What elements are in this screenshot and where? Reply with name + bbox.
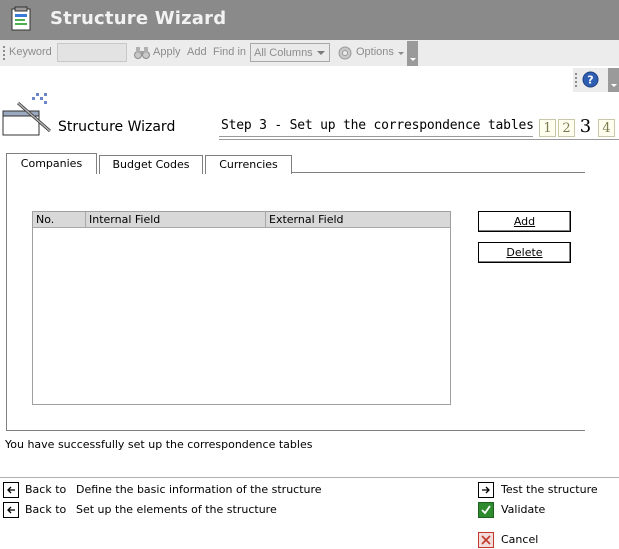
delete-row-button[interactable]: Delete	[478, 242, 571, 263]
table-header: No. Internal Field External Field	[33, 212, 450, 228]
svg-text:?: ?	[587, 74, 593, 87]
chevron-down-icon	[317, 51, 325, 55]
add-row-button[interactable]: Add	[478, 211, 571, 232]
options-dropdown-icon[interactable]	[398, 52, 404, 55]
checkmark-icon	[478, 502, 494, 518]
chevron-down-icon	[410, 58, 416, 61]
step-title: Step 3 - Set up the correspondence table…	[221, 118, 534, 133]
validate-label: Validate	[501, 503, 546, 516]
keyword-label: Keyword	[9, 46, 52, 58]
back-to-basic-info-link[interactable]: Back to Define the basic information of …	[3, 482, 343, 500]
keyword-input[interactable]	[57, 43, 127, 62]
close-icon	[478, 532, 494, 548]
title-bar: Structure Wizard	[0, 0, 619, 40]
step-1[interactable]: 1	[539, 119, 556, 137]
window-title: Structure Wizard	[50, 8, 227, 29]
chevron-down-icon	[611, 84, 617, 87]
cancel-label: Cancel	[501, 533, 539, 546]
toolbar-overflow-button[interactable]	[407, 41, 418, 66]
gear-icon[interactable]	[337, 45, 353, 61]
back-target-text: Set up the elements of the structure	[76, 503, 277, 516]
toolbar-grip[interactable]	[3, 46, 5, 60]
wizard-wand-icon	[2, 93, 54, 137]
status-message: You have successfully set up the corresp…	[5, 438, 313, 451]
tab-companies[interactable]: Companies	[6, 153, 97, 174]
column-divider[interactable]	[265, 212, 266, 228]
search-toolbar: Keyword Apply Add Find in All Columns Op…	[0, 40, 619, 66]
find-in-select[interactable]: All Columns	[250, 43, 330, 62]
step-title-underline	[219, 136, 533, 137]
add-button[interactable]: Add	[187, 46, 207, 58]
footer-divider	[0, 477, 619, 478]
validate-link[interactable]: Validate	[478, 502, 558, 520]
test-structure-label: Test the structure	[501, 483, 598, 496]
toolbar-grip[interactable]	[575, 73, 577, 87]
help-toolbar-overflow-button[interactable]	[608, 68, 619, 92]
step-2[interactable]: 2	[558, 119, 575, 137]
arrow-left-icon	[3, 502, 19, 518]
tab-budget-codes[interactable]: Budget Codes	[99, 155, 203, 174]
correspondence-table[interactable]: No. Internal Field External Field	[32, 211, 451, 405]
back-target-text: Define the basic information of the stru…	[76, 483, 322, 496]
help-icon[interactable]: ?	[582, 71, 599, 88]
column-divider[interactable]	[85, 212, 86, 228]
arrow-right-icon	[478, 482, 494, 498]
tab-currencies[interactable]: Currencies	[205, 155, 292, 174]
step-3-current: 3	[577, 116, 594, 137]
wizard-title: Structure Wizard	[58, 119, 176, 135]
add-row-button-label: Add	[513, 215, 536, 228]
column-header-no[interactable]: No.	[36, 213, 54, 226]
arrow-left-icon	[3, 482, 19, 498]
apply-button[interactable]: Apply	[153, 46, 181, 58]
find-in-selected-value: All Columns	[254, 47, 313, 59]
column-header-internal-field[interactable]: Internal Field	[89, 213, 160, 226]
delete-row-button-label: Delete	[506, 246, 543, 259]
options-menu[interactable]: Options	[356, 46, 394, 58]
structure-wizard-app-icon	[10, 6, 34, 32]
test-structure-link[interactable]: Test the structure	[478, 482, 608, 500]
step-4[interactable]: 4	[598, 119, 615, 137]
cancel-link[interactable]: Cancel	[478, 532, 558, 549]
header-divider	[219, 139, 619, 140]
column-header-external-field[interactable]: External Field	[269, 213, 344, 226]
back-to-elements-link[interactable]: Back to Set up the elements of the struc…	[3, 502, 303, 520]
binoculars-icon[interactable]	[134, 46, 150, 60]
help-toolbar: ?	[573, 68, 619, 92]
back-prefix: Back to	[25, 503, 67, 516]
back-prefix: Back to	[25, 483, 67, 496]
find-in-label: Find in	[213, 46, 247, 58]
